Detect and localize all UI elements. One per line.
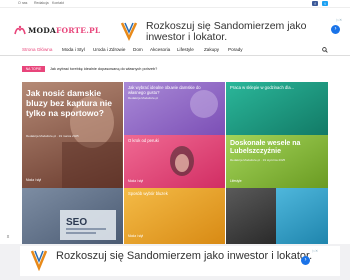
ad-logo-icon xyxy=(30,250,48,271)
seo-image: SEO xyxy=(60,210,116,240)
logo-icon xyxy=(14,25,26,35)
nav-item-moda-i-styl[interactable]: Moda i Styl xyxy=(62,47,85,52)
tile-meta: Redakcja Modaforte.pl · 19 stycznia 2025 xyxy=(230,158,286,162)
nav-item-dom[interactable]: Dom xyxy=(133,47,143,52)
ad-text: Rozkoszuj się Sandomierzem jako inwestor… xyxy=(56,250,313,262)
ad-arrow-button[interactable]: › xyxy=(301,256,310,265)
tile-category[interactable]: Moda i styl xyxy=(128,179,143,183)
post-tile[interactable] xyxy=(226,188,276,244)
featured-post-tile[interactable]: Jak nosić damskie bluzy bez kaptura nie … xyxy=(22,82,123,188)
post-tile[interactable]: SEO xyxy=(22,188,123,244)
tile-title[interactable]: Doskonałe wesele na Lubelszczyźnie xyxy=(230,140,324,156)
logo-text-part2: FORTE.PL xyxy=(55,25,101,35)
ad-text: Rozkoszuj się Sandomierzem jako inwestor… xyxy=(146,20,307,43)
ad-info-icon[interactable]: ▷✕ xyxy=(336,18,342,22)
tile-category[interactable]: Lifestyle xyxy=(230,179,242,183)
tile-title[interactable]: Praca w sklepie w godzinach dla... xyxy=(230,85,324,90)
nav-item-strona-glowna[interactable]: Strona Główna xyxy=(22,47,52,52)
tile-title[interactable]: Sposób wybór bluzek xyxy=(128,191,168,196)
nav-item-lifestyle[interactable]: Lifestyle xyxy=(177,47,194,52)
tile-title[interactable]: O krok od peruki xyxy=(128,138,159,143)
post-tile[interactable]: Doskonałe wesele na Lubelszczyźnie Redak… xyxy=(226,135,328,188)
ad-info-icon[interactable]: ▷✕ xyxy=(312,249,318,253)
nav-item-porady[interactable]: Porady xyxy=(228,47,243,52)
ad-arrow-button[interactable]: › xyxy=(331,25,340,34)
tile-title[interactable]: Jak nosić damskie bluzy bez kaptura nie … xyxy=(26,88,118,118)
site-logo[interactable]: MODAFORTE.PL xyxy=(14,22,100,38)
main-nav: Strona Główna Moda i Styl Uroda i Zdrowi… xyxy=(0,45,350,56)
tile-category[interactable]: Moda i styl xyxy=(128,234,143,238)
nav-item-zakupy[interactable]: Zakupy xyxy=(204,47,219,52)
tile-meta: Redakcja Modaforte.pl · 19 marca 2025 xyxy=(26,134,79,138)
bottom-ad-banner[interactable]: Rozkoszuj się Sandomierzem jako inwestor… xyxy=(0,244,350,280)
tile-title[interactable]: Jak wybrać idealne obuwie damskie do wła… xyxy=(128,85,218,95)
link-o-nas[interactable]: O nas xyxy=(18,1,27,5)
facebook-icon[interactable]: f xyxy=(312,1,318,6)
ticker-link[interactable]: Jak wybrać torebkę idealnie dopasowaną d… xyxy=(50,66,157,72)
top-bar: O nas Redakcja Kontakt f t xyxy=(0,0,350,8)
twitter-icon[interactable]: t xyxy=(322,1,328,6)
nav-item-akcesoria[interactable]: Akcesoria xyxy=(150,47,170,52)
post-tile[interactable]: O krok od peruki Moda i styl xyxy=(124,135,225,188)
svg-text:SEO: SEO xyxy=(66,217,87,228)
post-tile[interactable] xyxy=(276,188,328,244)
page: O nas Redakcja Kontakt f t MODAFORTE.PL … xyxy=(0,0,350,280)
close-ad-button[interactable]: x xyxy=(4,234,12,240)
top-ad-banner[interactable]: Rozkoszuj się Sandomierzem jako inwestor… xyxy=(120,18,342,44)
post-tile[interactable]: Praca w sklepie w godzinach dla... xyxy=(226,82,328,135)
post-tile[interactable]: Jak wybrać idealne obuwie damskie do wła… xyxy=(124,82,225,135)
search-icon[interactable] xyxy=(322,47,328,55)
logo-text-part1: MODA xyxy=(28,25,56,35)
tile-category[interactable]: Moda i styl xyxy=(26,178,41,182)
link-redakcja[interactable]: Redakcja xyxy=(34,1,49,5)
post-tile[interactable]: Sposób wybór bluzek Moda i styl xyxy=(124,188,225,244)
ad-logo-icon xyxy=(120,22,138,41)
nav-item-uroda-i-zdrowie[interactable]: Uroda i Zdrowie xyxy=(93,47,125,52)
ticker-badge: NA TOPIE xyxy=(22,66,45,72)
news-ticker: NA TOPIE Jak wybrać torebkę idealnie dop… xyxy=(0,65,350,74)
link-kontakt[interactable]: Kontakt xyxy=(52,1,64,5)
tile-meta: Redakcja Modaforte.pl xyxy=(128,96,159,100)
